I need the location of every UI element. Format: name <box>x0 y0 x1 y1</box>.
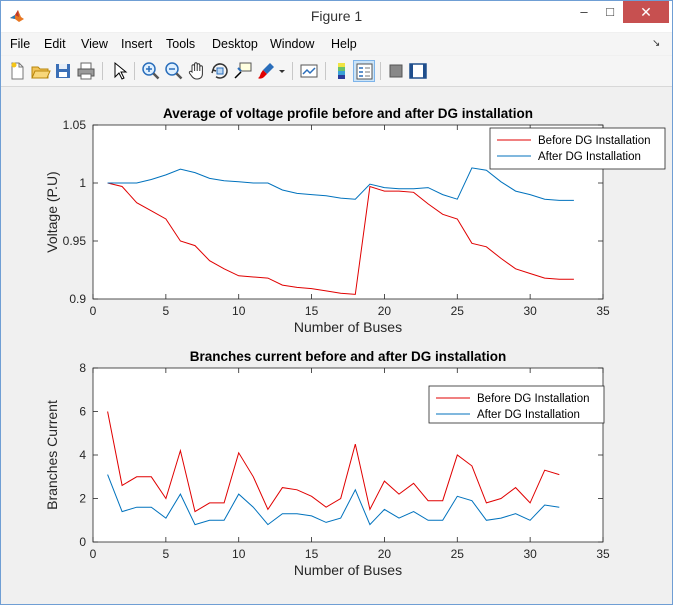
x-tick-label: 15 <box>305 547 319 561</box>
x-tick-label: 25 <box>451 547 465 561</box>
x-tick-label: 30 <box>523 304 537 318</box>
y-axis-label: Branches Current <box>44 400 60 510</box>
menu-view[interactable]: View <box>81 37 108 51</box>
x-tick-label: 35 <box>596 304 610 318</box>
legend: Before DG Installation After DG Installat… <box>489 127 666 170</box>
y-tick-label: 1 <box>79 176 86 190</box>
y-tick-label: 0.9 <box>69 292 86 306</box>
y-tick-label: 6 <box>79 405 86 419</box>
menu-insert[interactable]: Insert <box>121 37 152 51</box>
y-tick-label: 0.95 <box>63 234 87 248</box>
close-button[interactable]: ✕ <box>623 1 669 23</box>
data-cursor-icon[interactable] <box>232 60 254 82</box>
legend-icon[interactable] <box>353 60 375 82</box>
edit-plot-arrow-icon[interactable] <box>108 60 130 82</box>
y-tick-label: 8 <box>79 361 86 375</box>
plots-svg: 0 5 10 15 20 25 30 350.90.9511.05Average of vol… <box>44 106 666 578</box>
pan-hand-icon[interactable] <box>186 60 208 82</box>
x-tick-label: 5 <box>163 304 170 318</box>
brush-dropdown-icon[interactable] <box>277 60 287 82</box>
legend-label-after: After DG Installation <box>477 409 580 421</box>
legend-label-before: Before DG Installation <box>477 393 590 405</box>
maximize-button[interactable]: □ <box>597 1 623 23</box>
x-tick-label: 5 <box>163 547 170 561</box>
x-tick-label: 10 <box>232 304 246 318</box>
figure-window: Figure 1 – □ ✕ File Edit View Insert Too… <box>0 0 673 605</box>
zoom-out-icon[interactable] <box>163 60 185 82</box>
x-tick-label: 0 <box>90 304 97 318</box>
dock-arrow-icon[interactable]: ↘ <box>652 38 660 49</box>
figure-canvas: 0 5 10 15 20 25 30 35 0.9 0.95 1 1.05 Average of vol… <box>9 87 667 597</box>
new-figure-icon[interactable] <box>6 60 28 82</box>
hide-plot-tools-icon[interactable] <box>385 60 407 82</box>
y-axis-label: Voltage (P.U) <box>44 171 60 252</box>
x-tick-label: 0 <box>90 547 97 561</box>
menu-help[interactable]: Help <box>331 37 357 51</box>
x-tick-label: 10 <box>232 547 246 561</box>
colorbar-icon[interactable] <box>330 60 352 82</box>
chart-title: Branches current before and after DG ins… <box>190 349 507 364</box>
zoom-in-icon[interactable] <box>140 60 162 82</box>
menu-tools[interactable]: Tools <box>166 37 195 51</box>
print-icon[interactable] <box>75 60 97 82</box>
rotate-3d-icon[interactable] <box>209 60 231 82</box>
x-axis-label: Number of Buses <box>294 319 402 335</box>
y-tick-label: 1.05 <box>63 118 87 132</box>
save-icon[interactable] <box>52 60 74 82</box>
show-plot-tools-icon[interactable] <box>407 60 429 82</box>
y-tick-label: 0 <box>79 535 86 549</box>
menu-edit[interactable]: Edit <box>44 37 66 51</box>
menu-desktop[interactable]: Desktop <box>212 37 258 51</box>
chart-2: 0 5 10 15 20 25 30 35 0 2 4 6 8 Branches current befo… <box>44 349 610 578</box>
y-tick-label: 4 <box>79 448 86 462</box>
brush-icon[interactable] <box>255 60 277 82</box>
menu-window[interactable]: Window <box>270 37 314 51</box>
open-file-icon[interactable] <box>29 60 51 82</box>
menu-bar: File Edit View Insert Tools Desktop Wind… <box>1 33 672 55</box>
toolbar <box>1 56 672 87</box>
minimize-button[interactable]: – <box>571 1 597 23</box>
x-tick-label: 25 <box>451 304 465 318</box>
x-tick-label: 30 <box>523 547 537 561</box>
chart-title: Average of voltage profile before and af… <box>163 106 533 121</box>
chart-1: 0 5 10 15 20 25 30 35 0.9 0.95 1 1.05 Average of vol… <box>44 106 666 335</box>
x-tick-label: 20 <box>378 547 392 561</box>
link-plot-icon[interactable] <box>298 60 320 82</box>
menu-file[interactable]: File <box>10 37 30 51</box>
x-tick-label: 20 <box>378 304 392 318</box>
legend-label-after: After DG Installation <box>538 151 641 163</box>
x-axis-label: Number of Buses <box>294 562 402 578</box>
legend: Before DG Installation After DG Installat… <box>428 385 605 424</box>
x-tick-label: 15 <box>305 304 319 318</box>
x-tick-label: 35 <box>596 547 610 561</box>
y-tick-label: 2 <box>79 492 86 506</box>
legend-label-before: Before DG Installation <box>538 135 651 147</box>
title-bar[interactable]: Figure 1 – □ ✕ <box>1 1 672 32</box>
